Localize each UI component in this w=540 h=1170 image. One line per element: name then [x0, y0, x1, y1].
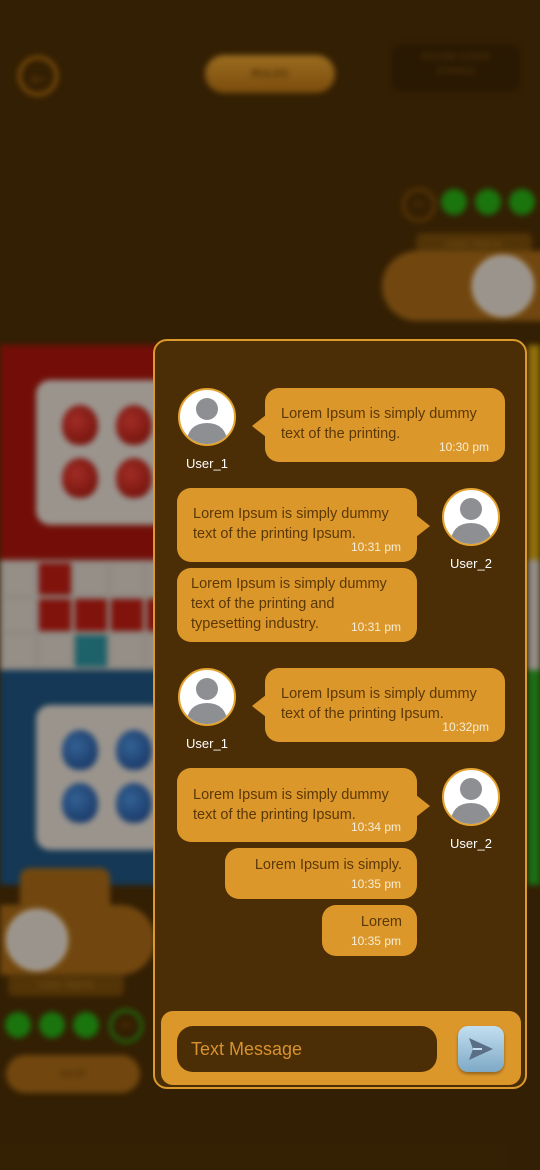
user-silhouette-icon — [450, 778, 492, 824]
message-time: 10:34 pm — [350, 820, 401, 834]
chat-bubble: Lorem Ipsum is simply dummy text of the … — [177, 768, 430, 842]
user-avatar — [178, 388, 236, 446]
message-text: Lorem Ipsum is simply. — [254, 857, 402, 873]
user-avatar — [442, 768, 500, 826]
chat-bubble: Lorem Ipsum is simply dummy text of the … — [177, 488, 430, 562]
chat-bubble: Lorem Ipsum is simply dummy text of the … — [177, 568, 417, 642]
message-time: 10:31 pm — [350, 540, 401, 554]
message-time: 10:32pm — [442, 720, 489, 734]
username-label: User_1 — [186, 736, 228, 751]
message-composer — [161, 1011, 521, 1085]
message-text: Lorem — [360, 914, 402, 930]
chat-bubble: Lorem Ipsum is simply dummy text of the … — [252, 388, 505, 462]
message-time: 10:35 pm — [350, 934, 401, 948]
message-input[interactable] — [177, 1026, 437, 1072]
username-label: User_2 — [450, 836, 492, 851]
chat-bubble: Lorem 10:35 pm — [322, 905, 417, 956]
user-avatar — [178, 668, 236, 726]
message-time: 10:35 pm — [350, 877, 401, 891]
chat-bubble: Lorem Ipsum is simply. 10:35 pm — [225, 848, 417, 899]
user-silhouette-icon — [450, 498, 492, 544]
send-icon — [469, 1038, 493, 1060]
username-label: User_1 — [186, 456, 228, 471]
username-label: User_2 — [450, 556, 492, 571]
chat-panel: User_1 Lorem Ipsum is simply dummy text … — [153, 339, 527, 1089]
user-silhouette-icon — [186, 678, 228, 724]
user-silhouette-icon — [186, 398, 228, 444]
send-button[interactable] — [458, 1026, 504, 1072]
chat-bubble: Lorem Ipsum is simply dummy text of the … — [252, 668, 505, 742]
message-time: 10:31 pm — [350, 620, 401, 634]
user-avatar — [442, 488, 500, 546]
message-time: 10:30 pm — [438, 440, 489, 454]
